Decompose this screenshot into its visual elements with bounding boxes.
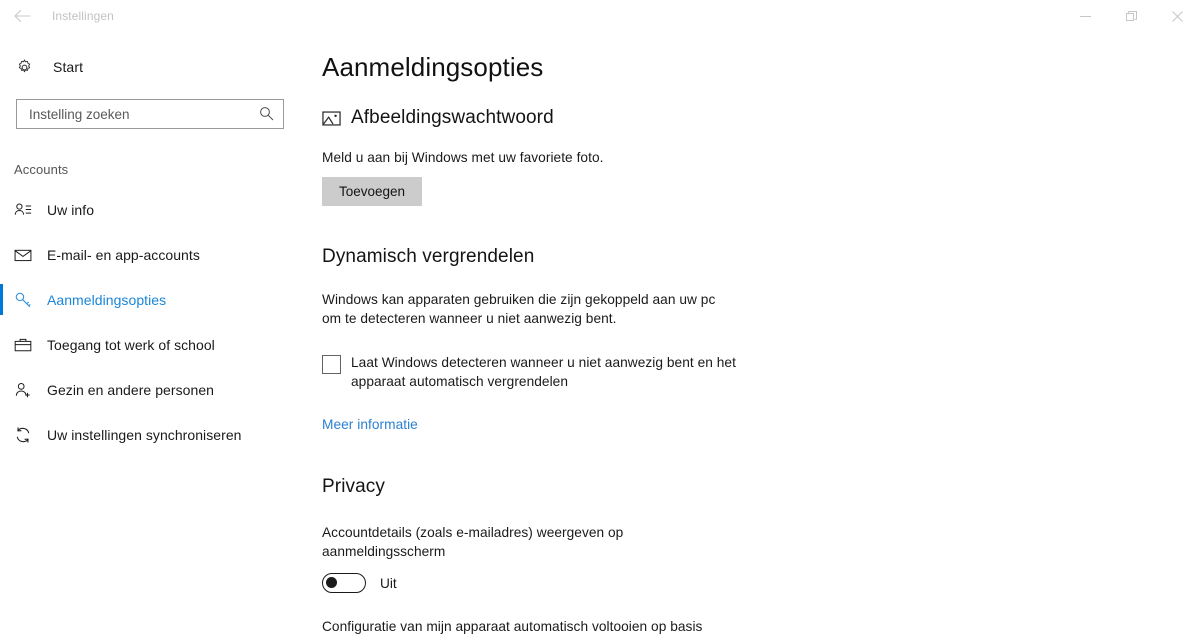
gear-icon <box>16 59 38 76</box>
section-picture-password: Afbeeldingswachtwoord Meld u aan bij Win… <box>320 107 1200 206</box>
search-icon[interactable] <box>259 106 274 126</box>
back-arrow-icon <box>13 9 31 23</box>
back-button[interactable] <box>0 0 44 32</box>
sidebar-item-label: Toegang tot werk of school <box>47 336 215 353</box>
selection-accent-bar <box>0 374 3 405</box>
selection-accent-bar <box>0 284 3 315</box>
privacy-setting1-line2: aanmeldingsscherm <box>322 544 446 559</box>
sidebar-item-toegang-werk-school[interactable]: Toegang tot werk of school <box>0 322 320 367</box>
checkbox-label-line1: Laat Windows detecteren wanneer u niet a… <box>351 355 736 370</box>
window-title: Instellingen <box>52 9 114 23</box>
search-input[interactable] <box>17 100 245 128</box>
add-picture-password-button[interactable]: Toevoegen <box>322 177 423 206</box>
section-privacy: Privacy Accountdetails (zoals e-mailadre… <box>320 476 1200 638</box>
key-icon <box>14 291 38 309</box>
dynamic-lock-checkbox-label: Laat Windows detecteren wanneer u niet a… <box>351 353 736 391</box>
section-dynamic-lock: Dynamisch vergrendelen Windows kan appar… <box>320 246 1200 434</box>
selection-accent-bar <box>0 239 3 270</box>
envelope-icon <box>14 246 38 264</box>
sidebar-item-gezin-andere-personen[interactable]: Gezin en andere personen <box>0 367 320 412</box>
account-details-toggle-row[interactable]: Uit <box>322 573 1200 593</box>
sidebar-item-start[interactable]: Start <box>0 47 320 87</box>
close-button[interactable] <box>1154 0 1200 32</box>
selection-accent-bar <box>0 329 3 360</box>
user-info-icon <box>14 201 38 219</box>
sidebar-nav: Uw info E-mail- en app-accounts Aanmeldi… <box>0 187 320 457</box>
toggle-state-label: Uit <box>380 575 397 591</box>
selection-accent-bar <box>0 419 3 450</box>
sidebar-item-label: Uw info <box>47 201 95 218</box>
dynamic-lock-description-line2: om te detecteren wanneer u niet aanwezig… <box>322 311 617 326</box>
sidebar-item-label: Gezin en andere personen <box>47 381 214 398</box>
checkbox-label-line2: apparaat automatisch vergrendelen <box>351 374 568 389</box>
briefcase-icon <box>14 336 38 354</box>
sidebar: Start Accounts Uw info <box>0 32 320 638</box>
sidebar-item-email-app-accounts[interactable]: E-mail- en app-accounts <box>0 232 320 277</box>
sidebar-start-label: Start <box>53 59 84 75</box>
restore-icon <box>1125 10 1137 22</box>
section-title: Dynamisch vergrendelen <box>322 246 535 267</box>
selection-accent-bar <box>0 194 3 225</box>
search-box[interactable] <box>16 99 284 129</box>
more-info-link[interactable]: Meer informatie <box>322 417 418 432</box>
minimize-icon <box>1079 11 1091 22</box>
restore-button[interactable] <box>1108 0 1154 32</box>
sidebar-item-label: Uw instellingen synchroniseren <box>47 426 242 443</box>
picture-password-description: Meld u aan bij Windows met uw favoriete … <box>322 150 604 165</box>
sidebar-item-label: Aanmeldingsopties <box>47 291 167 308</box>
account-details-toggle[interactable] <box>322 573 366 593</box>
main-content: Aanmeldingsopties Afbeeldingswachtwoord … <box>320 32 1200 638</box>
window-controls <box>1062 0 1200 32</box>
sidebar-item-instellingen-synchroniseren[interactable]: Uw instellingen synchroniseren <box>0 412 320 457</box>
dynamic-lock-description-line1: Windows kan apparaten gebruiken die zijn… <box>322 292 716 307</box>
page-title: Aanmeldingsopties <box>322 52 544 82</box>
sidebar-item-label: E-mail- en app-accounts <box>47 246 200 263</box>
privacy-setting2-line1: Configuratie van mijn apparaat automatis… <box>322 619 703 634</box>
close-icon <box>1171 10 1183 22</box>
section-title: Afbeeldingswachtwoord <box>351 107 554 128</box>
sidebar-item-aanmeldingsopties[interactable]: Aanmeldingsopties <box>0 277 320 322</box>
title-bar: Instellingen <box>0 0 1200 32</box>
section-title: Privacy <box>322 476 385 497</box>
sidebar-item-uw-info[interactable]: Uw info <box>0 187 320 232</box>
sidebar-group-label: Accounts <box>14 162 69 177</box>
dynamic-lock-checkbox-row[interactable]: Laat Windows detecteren wanneer u niet a… <box>322 353 1200 391</box>
dynamic-lock-checkbox[interactable] <box>322 355 341 374</box>
user-add-icon <box>14 381 38 399</box>
sync-icon <box>14 426 38 444</box>
picture-icon <box>322 109 341 128</box>
toggle-knob <box>326 577 337 588</box>
privacy-setting1-line1: Accountdetails (zoals e-mailadres) weerg… <box>322 525 624 540</box>
minimize-button[interactable] <box>1062 0 1108 32</box>
